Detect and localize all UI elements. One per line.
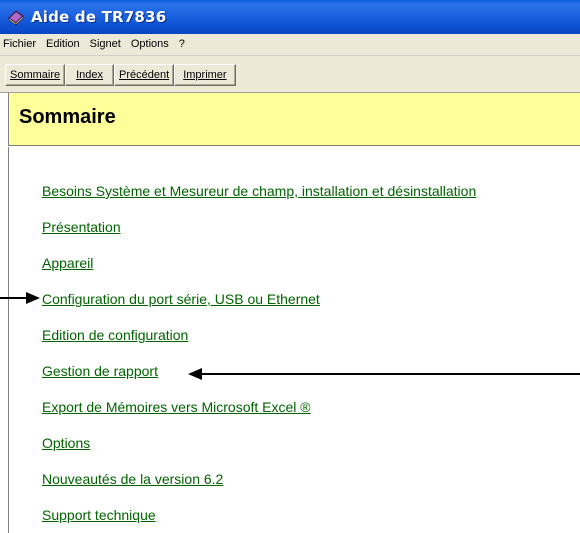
topic-link-configuration-port[interactable]: Configuration du port série, USB ou Ethe… [42,290,476,326]
imprimer-button[interactable]: Imprimer [174,64,236,86]
menu-signet[interactable]: Signet [85,34,126,55]
precedent-button[interactable]: Précédent [114,64,175,86]
title-bar[interactable]: Aide de TR7836 [0,0,580,34]
heading-band: Sommaire [8,93,580,146]
menu-bar: Fichier Edition Signet Options ? [0,34,580,56]
topic-list: Besoins Système et Mesureur de champ, in… [42,182,476,533]
help-content: Sommaire Besoins Système et Mesureur de … [0,93,580,533]
menu-edition[interactable]: Edition [41,34,85,55]
topic-link-export-excel[interactable]: Export de Mémoires vers Microsoft Excel … [42,398,476,434]
sommaire-button[interactable]: Sommaire [5,64,66,86]
menu-options[interactable]: Options [126,34,174,55]
help-book-icon [8,10,24,26]
window-title: Aide de TR7836 [31,8,167,26]
button-bar: Sommaire Index Précédent Imprimer [0,56,580,93]
topic-link-options[interactable]: Options [42,434,476,470]
page-title: Sommaire [19,106,116,128]
topic-link-edition-configuration[interactable]: Edition de configuration [42,326,476,362]
menu-help[interactable]: ? [174,34,190,55]
topic-link-nouveautes[interactable]: Nouveautés de la version 6.2 [42,470,476,506]
topic-link-presentation[interactable]: Présentation [42,218,476,254]
menu-fichier[interactable]: Fichier [0,34,41,55]
index-button[interactable]: Index [65,64,115,86]
content-left-border [8,147,9,533]
topic-link-appareil[interactable]: Appareil [42,254,476,290]
help-window: Aide de TR7836 Fichier Edition Signet Op… [0,0,580,533]
topic-link-support-technique[interactable]: Support technique [42,506,476,533]
annotation-arrow-right [188,368,580,380]
annotation-arrow-left [0,292,40,304]
topic-link-besoins-systeme[interactable]: Besoins Système et Mesureur de champ, in… [42,182,476,218]
